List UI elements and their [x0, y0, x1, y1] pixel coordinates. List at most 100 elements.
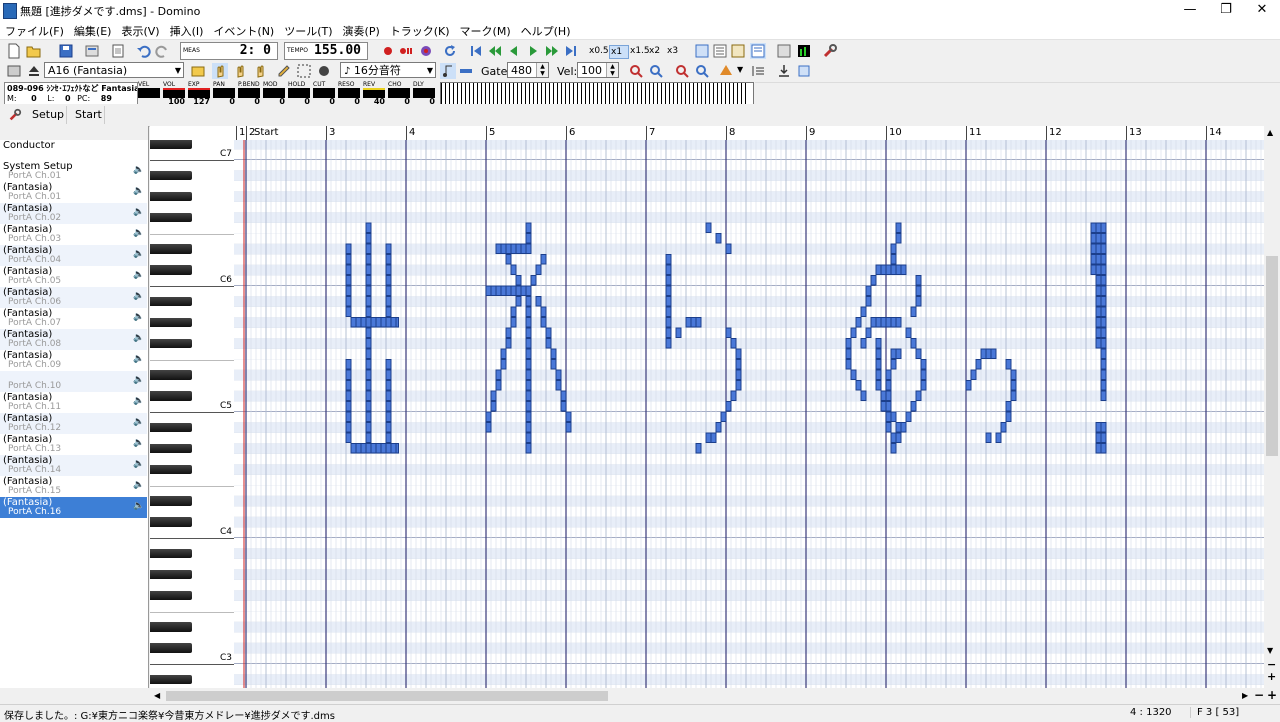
menu-file[interactable]: ファイル(F) — [0, 21, 69, 39]
black-key[interactable] — [150, 590, 192, 600]
scroll-right-icon[interactable]: ▶ — [1242, 691, 1248, 700]
speaker-icon[interactable]: 🔈 — [133, 417, 144, 429]
zoom-out-h-icon[interactable] — [648, 63, 664, 79]
menu-tool[interactable]: ツール(T) — [279, 21, 337, 39]
track-row[interactable]: (Fantasia) PortA Ch.07 🔈 — [0, 308, 147, 329]
zoom-minus-icon[interactable]: − — [1267, 659, 1276, 670]
vel-input[interactable]: 100 ▲ ▼ — [577, 62, 619, 78]
minimize-button[interactable]: — — [1172, 0, 1208, 21]
speaker-icon[interactable]: 🔈 — [133, 480, 144, 492]
note-length-select[interactable]: ♪ 16分音符 ▼ — [340, 62, 436, 78]
save-icon[interactable] — [58, 43, 74, 59]
spin-arrows-icon[interactable]: ▲ ▼ — [606, 63, 618, 77]
track-row[interactable]: System Setup PortA Ch.01 🔈 — [0, 161, 147, 182]
go-start-icon[interactable] — [468, 43, 484, 59]
black-key[interactable] — [150, 548, 192, 558]
black-key[interactable] — [150, 317, 192, 327]
import-icon[interactable] — [776, 63, 792, 79]
black-key[interactable] — [150, 569, 192, 579]
black-key[interactable] — [150, 674, 192, 684]
measure-ruler[interactable]: 1 2 3 4 5 6 7 8 9 10 11 12 13 14 Start — [234, 126, 1264, 141]
black-key[interactable] — [150, 443, 192, 453]
black-key[interactable] — [150, 170, 192, 180]
menu-mark[interactable]: マーク(M) — [455, 21, 516, 39]
meter-rev[interactable]: REV 40 — [363, 81, 385, 106]
spin-arrows-icon[interactable]: ▲ ▼ — [536, 63, 548, 77]
speaker-icon[interactable]: 🔈 — [133, 291, 144, 303]
speaker-icon[interactable]: 🔈 — [133, 312, 144, 324]
list-view-icon[interactable] — [694, 43, 710, 59]
zoom-in-v-icon[interactable] — [674, 63, 690, 79]
speed-x1-button[interactable]: x1 — [609, 45, 629, 59]
piano-roll-view-icon[interactable] — [730, 43, 746, 59]
black-key[interactable] — [150, 643, 192, 653]
hand-pointer-icon[interactable] — [212, 63, 228, 79]
gate-input[interactable]: 480 ▲ ▼ — [507, 62, 549, 78]
meter-cho[interactable]: CHO 0 — [388, 81, 410, 106]
record-icon[interactable] — [380, 43, 396, 59]
close-button[interactable]: ✕ — [1244, 0, 1280, 21]
start-button[interactable]: Start — [75, 108, 102, 121]
track-conductor[interactable]: Conductor — [0, 140, 147, 161]
document-icon[interactable] — [110, 43, 126, 59]
level-meter-icon[interactable] — [796, 43, 812, 59]
track-row[interactable]: (Fantasia) PortA Ch.08 🔈 — [0, 329, 147, 350]
event-list-icon[interactable] — [750, 43, 766, 59]
speaker-icon[interactable]: 🔈 — [133, 249, 144, 261]
black-key[interactable] — [150, 391, 192, 401]
loop-icon[interactable] — [442, 43, 458, 59]
black-key[interactable] — [150, 422, 192, 432]
meter-hold[interactable]: HOLD 0 — [288, 81, 310, 106]
note-input-icon[interactable] — [440, 63, 456, 79]
speed-x2-button[interactable]: x2 — [648, 45, 666, 57]
black-key[interactable] — [150, 464, 192, 474]
record-pause-icon[interactable] — [398, 43, 414, 59]
piano-roll-canvas[interactable] — [234, 140, 1264, 688]
track-row[interactable]: (Fantasia) PortA Ch.14 🔈 — [0, 455, 147, 476]
fast-forward-icon[interactable] — [544, 43, 560, 59]
chevron-down-icon[interactable]: ▼ — [737, 65, 743, 74]
horizontal-scroll-thumb[interactable] — [166, 691, 608, 701]
track-row[interactable]: (Fantasia) PortA Ch.12 🔈 — [0, 413, 147, 434]
meter-reso[interactable]: RESO 0 — [338, 81, 360, 106]
track-row[interactable]: (Fantasia) PortA Ch.03 🔈 — [0, 224, 147, 245]
menu-event[interactable]: イベント(N) — [208, 21, 279, 39]
menu-track[interactable]: トラック(K) — [385, 21, 455, 39]
track-row[interactable]: (Fantasia) PortA Ch.05 🔈 — [0, 266, 147, 287]
black-key[interactable] — [150, 265, 192, 275]
go-end-icon[interactable] — [563, 43, 579, 59]
new-file-icon[interactable] — [6, 43, 22, 59]
meter-cut[interactable]: CUT 0 — [313, 81, 335, 106]
track-row[interactable]: PortA Ch.10 🔈 — [0, 371, 147, 392]
pencil-icon[interactable] — [276, 63, 292, 79]
horizontal-scrollbar[interactable]: ◀ ▶ − — [150, 688, 1264, 704]
export-icon[interactable] — [796, 63, 812, 79]
menu-view[interactable]: 表示(V) — [116, 21, 164, 39]
speaker-icon[interactable]: 🔈 — [133, 165, 144, 177]
meter-pbend[interactable]: P.BEND 0 — [238, 81, 260, 106]
zoom-in-h-icon[interactable] — [628, 63, 644, 79]
speaker-icon[interactable]: 🔈 — [133, 333, 144, 345]
redo-icon[interactable] — [154, 43, 170, 59]
track-row[interactable]: (Fantasia) PortA Ch.04 🔈 — [0, 245, 147, 266]
open-folder-icon[interactable] — [26, 43, 42, 59]
speaker-icon[interactable]: 🔈 — [133, 228, 144, 240]
vertical-scrollbar[interactable]: ▲ ▼ − + — [1264, 126, 1280, 688]
black-key[interactable] — [150, 517, 192, 527]
black-key[interactable] — [150, 244, 192, 254]
scroll-down-icon[interactable]: ▼ — [1267, 646, 1273, 655]
setup-button[interactable]: Setup — [32, 108, 64, 121]
hand-pen-icon[interactable] — [232, 63, 248, 79]
track-row[interactable]: (Fantasia) PortA Ch.06 🔈 — [0, 287, 147, 308]
step-record-icon[interactable] — [418, 43, 434, 59]
speed-x3-button[interactable]: x3 — [666, 45, 684, 57]
rewind-icon[interactable] — [506, 43, 522, 59]
speaker-icon[interactable]: 🔈 — [133, 375, 144, 387]
zoom-plus-icon[interactable]: + — [1267, 671, 1276, 682]
meter-vel[interactable]: VEL — [138, 81, 160, 103]
track-row[interactable]: (Fantasia) PortA Ch.02 🔈 — [0, 203, 147, 224]
track-row[interactable]: (Fantasia) PortA Ch.01 🔈 — [0, 182, 147, 203]
meter-pan[interactable]: PAN 0 — [213, 81, 235, 106]
eraser-icon[interactable] — [316, 63, 332, 79]
black-key[interactable] — [150, 338, 192, 348]
